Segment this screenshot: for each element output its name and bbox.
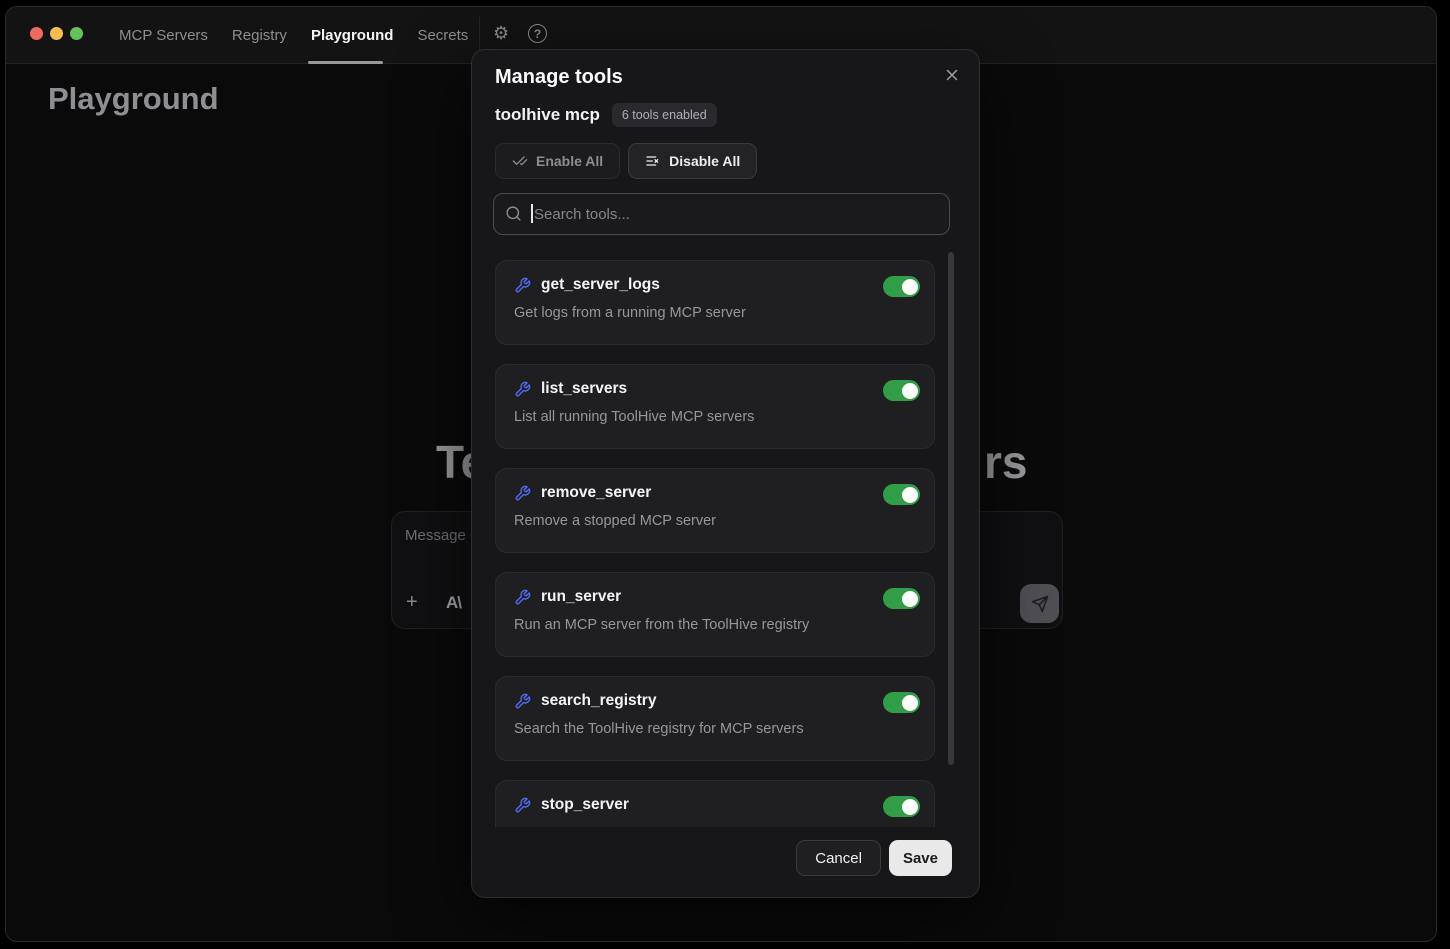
tool-description: List all running ToolHive MCP servers bbox=[514, 409, 916, 425]
list-x-icon bbox=[645, 153, 661, 169]
disable-all-button[interactable]: Disable All bbox=[628, 143, 757, 179]
tools-enabled-badge: 6 tools enabled bbox=[612, 103, 717, 127]
search-wrap bbox=[493, 193, 950, 235]
toggle-knob bbox=[902, 487, 918, 503]
wrench-icon bbox=[514, 797, 531, 814]
tool-head: stop_server bbox=[514, 796, 916, 814]
tool-name: run_server bbox=[541, 588, 621, 606]
scrollbar-thumb[interactable] bbox=[948, 252, 954, 765]
wrench-icon bbox=[514, 693, 531, 710]
toggle-knob bbox=[902, 591, 918, 607]
toggle-knob bbox=[902, 279, 918, 295]
tool-name: remove_server bbox=[541, 484, 651, 502]
cancel-button[interactable]: Cancel bbox=[796, 840, 881, 876]
send-button[interactable] bbox=[1020, 584, 1059, 623]
message-input-placeholder: Message C bbox=[405, 527, 481, 544]
tab-mcp-servers[interactable]: MCP Servers bbox=[119, 27, 208, 44]
tool-card: run_server Run an MCP server from the To… bbox=[495, 572, 935, 657]
tool-name: get_server_logs bbox=[541, 276, 660, 294]
tool-toggle[interactable] bbox=[883, 484, 920, 505]
gear-icon[interactable]: ⚙ bbox=[493, 24, 509, 42]
tool-name: stop_server bbox=[541, 796, 629, 814]
active-tab-underline bbox=[308, 61, 383, 64]
tool-description: Run an MCP server from the ToolHive regi… bbox=[514, 617, 916, 633]
search-icon bbox=[505, 205, 522, 222]
window-close-button[interactable] bbox=[30, 27, 43, 40]
manage-tools-modal: Manage tools toolhive mcp 6 tools enable… bbox=[471, 49, 980, 898]
tool-head: get_server_logs bbox=[514, 276, 916, 294]
tool-description: Get logs from a running MCP server bbox=[514, 305, 916, 321]
attach-plus-icon[interactable]: + bbox=[406, 592, 418, 612]
tool-description: Search the ToolHive registry for MCP ser… bbox=[514, 721, 916, 737]
tool-head: list_servers bbox=[514, 380, 916, 398]
tool-description: Remove a stopped MCP server bbox=[514, 513, 916, 529]
tool-head: run_server bbox=[514, 588, 916, 606]
tool-name: list_servers bbox=[541, 380, 627, 398]
save-button[interactable]: Save bbox=[889, 840, 952, 876]
tool-head: search_registry bbox=[514, 692, 916, 710]
anthropic-logo-icon[interactable]: A\ bbox=[446, 594, 461, 612]
tab-secrets[interactable]: Secrets bbox=[417, 27, 468, 44]
help-icon[interactable]: ? bbox=[528, 24, 547, 43]
tool-card: search_registry Search the ToolHive regi… bbox=[495, 676, 935, 761]
tool-toggle[interactable] bbox=[883, 588, 920, 609]
tool-toggle[interactable] bbox=[883, 796, 920, 817]
disable-all-label: Disable All bbox=[669, 153, 740, 169]
tool-card: get_server_logs Get logs from a running … bbox=[495, 260, 935, 345]
page-title: Playground bbox=[48, 81, 219, 117]
text-cursor bbox=[531, 204, 533, 223]
server-row: toolhive mcp 6 tools enabled bbox=[495, 103, 717, 127]
toggle-knob bbox=[902, 383, 918, 399]
hero-text-fragment-right: rs bbox=[984, 435, 1027, 489]
enable-all-button[interactable]: Enable All bbox=[495, 143, 620, 179]
window-maximize-button[interactable] bbox=[70, 27, 83, 40]
enable-all-label: Enable All bbox=[536, 153, 603, 169]
tool-card: remove_server Remove a stopped MCP serve… bbox=[495, 468, 935, 553]
tab-registry[interactable]: Registry bbox=[232, 27, 287, 44]
tool-toggle[interactable] bbox=[883, 380, 920, 401]
tool-card: list_servers List all running ToolHive M… bbox=[495, 364, 935, 449]
main-nav: MCP Servers Registry Playground Secrets bbox=[119, 7, 468, 64]
modal-title: Manage tools bbox=[495, 66, 623, 89]
tool-toggle[interactable] bbox=[883, 692, 920, 713]
wrench-icon bbox=[514, 485, 531, 502]
tool-toggle[interactable] bbox=[883, 276, 920, 297]
window-minimize-button[interactable] bbox=[50, 27, 63, 40]
close-icon[interactable] bbox=[941, 64, 963, 86]
double-check-icon bbox=[512, 153, 528, 169]
tab-playground[interactable]: Playground bbox=[311, 27, 394, 44]
bulk-actions: Enable All Disable All bbox=[495, 143, 757, 179]
modal-footer: Cancel Save bbox=[472, 840, 979, 876]
wrench-icon bbox=[514, 589, 531, 606]
toggle-knob bbox=[902, 695, 918, 711]
server-name: toolhive mcp bbox=[495, 105, 600, 125]
tool-card: stop_server bbox=[495, 780, 935, 827]
paper-plane-icon bbox=[1031, 595, 1049, 613]
search-input[interactable] bbox=[493, 193, 950, 235]
tool-name: search_registry bbox=[541, 692, 656, 710]
app-window: MCP Servers Registry Playground Secrets … bbox=[5, 6, 1437, 942]
wrench-icon bbox=[514, 381, 531, 398]
tool-head: remove_server bbox=[514, 484, 916, 502]
toggle-knob bbox=[902, 799, 918, 815]
wrench-icon bbox=[514, 277, 531, 294]
tools-list[interactable]: get_server_logs Get logs from a running … bbox=[495, 260, 935, 827]
